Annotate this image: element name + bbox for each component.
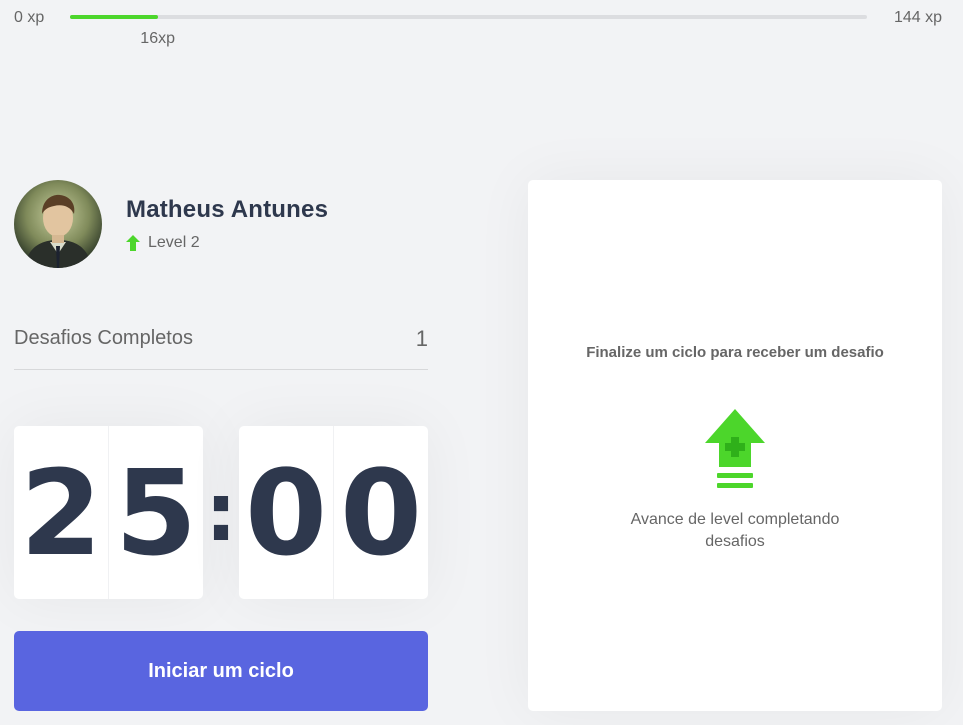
profile-info: Matheus Antunes Level 2 [126,196,328,252]
countdown-minutes: 2 5 [14,426,203,599]
completed-challenges: Desafios Completos 1 [14,322,428,370]
challenge-title: Finalize um ciclo para receber um desafi… [586,344,884,361]
minute-tens-digit: 2 [19,443,103,582]
completed-challenges-count: 1 [415,326,428,351]
profile: Matheus Antunes Level 2 [14,180,328,268]
avatar [14,180,102,268]
start-cycle-button[interactable]: Iniciar um ciclo [14,631,428,711]
countdown-separator: : [205,466,237,559]
experience-bar: 0 xp 16xp 144 xp [0,0,963,50]
level-up-icon [705,409,765,488]
app-page: 0 xp 16xp 144 xp Matheus Antunes Level 2… [0,0,963,725]
countdown-seconds: 0 0 [239,426,428,599]
second-ones-digit: 0 [333,426,428,599]
minute-ones-digit: 5 [108,426,203,599]
xp-max-label: 144 xp [893,9,942,26]
level-label: Level 2 [148,234,200,251]
xp-current-label: 16xp [140,30,176,47]
xp-progress-track [70,15,867,19]
completed-challenges-label: Desafios Completos [14,327,193,349]
xp-progress-fill [70,15,158,19]
challenge-box: Finalize um ciclo para receber um desafi… [528,180,942,711]
countdown: 2 5 : 0 0 [14,426,428,599]
level-row: Level 2 [126,234,328,252]
second-tens-digit: 0 [244,443,328,582]
xp-min-label: 0 xp [14,9,45,26]
level-up-arrow-icon [126,235,140,251]
challenge-description: Avance de level completando desafios [630,511,840,550]
avatar-photo [14,180,102,268]
profile-name: Matheus Antunes [126,196,329,223]
